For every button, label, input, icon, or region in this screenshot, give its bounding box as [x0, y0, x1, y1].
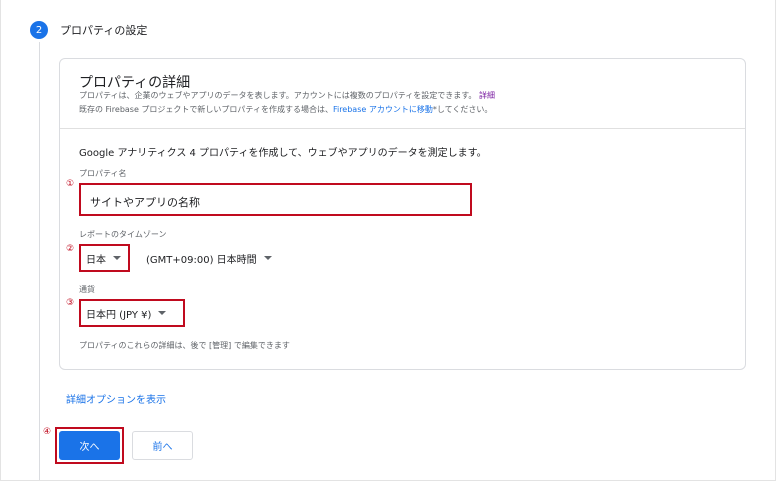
learn-more-link[interactable]: 詳細: [479, 91, 495, 100]
next-button[interactable]: 次へ: [59, 431, 120, 460]
step-number-badge: 2: [30, 21, 48, 39]
step-connector-line: [39, 42, 40, 480]
annotation-marker-3: ③: [66, 298, 75, 308]
intro-text: Google アナリティクス 4 プロパティを作成して、ウェブやアプリのデータを…: [79, 148, 487, 159]
card-title: プロパティの詳細: [79, 75, 191, 91]
chevron-down-icon: [113, 256, 121, 260]
show-advanced-options-link[interactable]: 詳細オプションを表示: [66, 391, 166, 406]
firebase-note-text: 既存の Firebase プロジェクトで新しいプロパティを作成する場合は、: [79, 105, 333, 114]
timezone-country-select[interactable]: 日本: [79, 244, 130, 272]
timezone-country-value: 日本: [86, 254, 106, 266]
firebase-account-link[interactable]: Firebase アカウントに移動: [333, 105, 433, 114]
property-details-card: プロパティの詳細 プロパティは、企業のウェブやアプリのデータを表します。アカウン…: [59, 58, 746, 370]
annotation-marker-1: ①: [66, 179, 75, 189]
property-name-label: プロパティ名: [79, 169, 127, 178]
chevron-down-icon: [158, 311, 167, 315]
chevron-down-icon: [263, 256, 272, 260]
card-header: プロパティの詳細 プロパティは、企業のウェブやアプリのデータを表します。アカウン…: [60, 59, 745, 129]
card-description-text: プロパティは、企業のウェブやアプリのデータを表します。アカウントには複数のプロパ…: [79, 91, 477, 100]
currency-value: 日本円 (JPY ¥): [86, 309, 152, 321]
firebase-note-suffix: *してください。: [432, 105, 493, 114]
timezone-label: レポートのタイムゾーン: [79, 230, 167, 239]
edit-later-note: プロパティのこれらの詳細は、後で [管理] で編集できます: [79, 341, 290, 350]
property-name-input[interactable]: サイトやアプリの名称: [79, 183, 472, 216]
card-description-line-2: 既存の Firebase プロジェクトで新しいプロパティを作成する場合は、Fir…: [79, 104, 492, 115]
back-button[interactable]: 前へ: [132, 431, 193, 460]
card-description-line-1: プロパティは、企業のウェブやアプリのデータを表します。アカウントには複数のプロパ…: [79, 90, 495, 101]
annotation-marker-2: ②: [66, 244, 75, 254]
currency-label: 通貨: [79, 285, 95, 294]
timezone-zone-select[interactable]: (GMT+09:00) 日本時間: [146, 244, 272, 272]
currency-select[interactable]: 日本円 (JPY ¥): [79, 299, 185, 327]
step-title: プロパティの設定: [60, 24, 148, 37]
annotation-marker-4: ④: [43, 427, 52, 437]
timezone-zone-value: (GMT+09:00) 日本時間: [146, 254, 257, 266]
